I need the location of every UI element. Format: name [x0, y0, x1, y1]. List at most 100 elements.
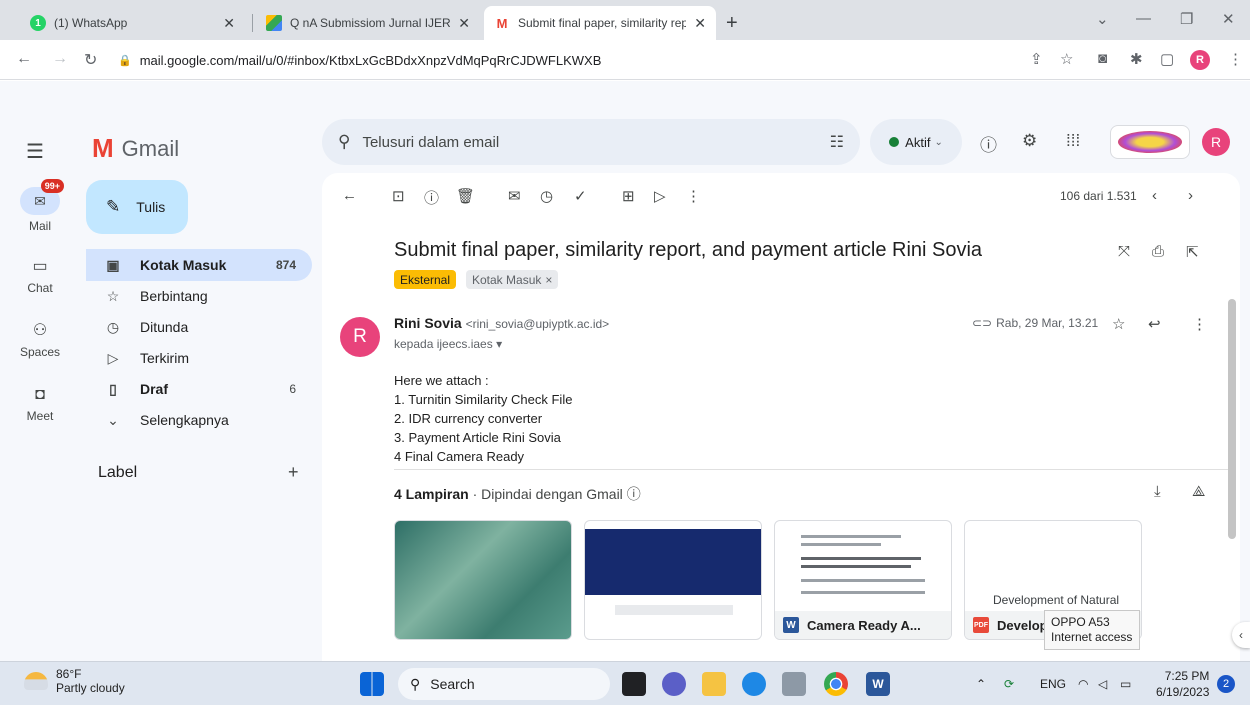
close-window-icon[interactable]: ✕ — [1222, 10, 1235, 28]
inbox-label-chip[interactable]: Kotak Masuk × — [466, 270, 559, 289]
rail-meet[interactable]: ◘ Meet — [0, 385, 80, 423]
add-task-icon[interactable]: ✓ — [574, 187, 587, 205]
report-spam-icon[interactable]: ⓘ — [424, 187, 439, 208]
recipient-line[interactable]: kepada ijeecs.iaes ▾ — [394, 337, 502, 351]
rail-chat[interactable]: ▭ Chat — [0, 257, 80, 295]
delete-icon[interactable]: 🗑 — [456, 187, 475, 205]
restore-icon[interactable]: ❐ — [1180, 10, 1193, 28]
help-icon[interactable]: ⓘ — [980, 131, 997, 156]
download-all-icon[interactable]: ⤓ — [1154, 483, 1161, 500]
search-options-icon[interactable]: ☷ — [830, 132, 844, 152]
archive-icon[interactable]: ⊡ — [392, 187, 405, 205]
sender-name[interactable]: Rini Sovia — [394, 315, 462, 331]
bookmark-star-icon[interactable]: ☆ — [1060, 50, 1073, 68]
nav-snoozed[interactable]: ◷ Ditunda — [86, 311, 312, 343]
back-icon[interactable]: ← — [16, 50, 32, 68]
open-new-window-icon[interactable]: ⇱ — [1186, 243, 1199, 261]
tab-search-icon[interactable]: ⌄ — [1096, 10, 1109, 28]
snooze-icon[interactable]: ◷ — [540, 187, 553, 205]
label-icon[interactable]: ▷ — [654, 187, 666, 205]
show-hidden-icons-icon[interactable]: ⌃ — [976, 677, 986, 691]
store-icon[interactable] — [782, 672, 806, 696]
caret-down-icon[interactable]: ▾ — [496, 337, 502, 351]
close-icon[interactable]: ✕ — [694, 15, 706, 32]
back-to-inbox-icon[interactable]: ← — [342, 187, 357, 204]
profile-avatar[interactable]: R — [1190, 50, 1210, 70]
nav-inbox[interactable]: ▣ Kotak Masuk 874 — [86, 249, 312, 281]
wifi-icon[interactable]: ◠ — [1078, 677, 1088, 691]
message-panel: ← ⊡ ⓘ 🗑 ✉ ◷ ✓ ⊞ ▷ ⋮ 106 dari 1.531 ‹ › S… — [322, 173, 1240, 661]
share-icon[interactable]: ⇪ — [1030, 50, 1043, 68]
apps-grid-icon[interactable]: ⁞⁞⁞ — [1066, 131, 1080, 151]
tab-gmail[interactable]: M Submit final paper, similarity rep ✕ — [484, 6, 716, 40]
nav-sent[interactable]: ▷ Terkirim — [86, 342, 312, 374]
volume-icon[interactable]: ◁ — [1098, 677, 1107, 691]
add-to-drive-icon[interactable]: ⟁ — [1192, 483, 1205, 500]
rail-mail[interactable]: ✉ 99+ Mail — [0, 179, 80, 233]
more-options-icon[interactable]: ⋮ — [686, 187, 701, 205]
move-to-icon[interactable]: ⊞ — [622, 187, 635, 205]
newer-icon[interactable]: ‹ — [1152, 187, 1157, 204]
add-label-icon[interactable]: + — [288, 462, 299, 483]
print-icon[interactable]: ⎙ — [1152, 243, 1164, 260]
edge-browser-icon[interactable] — [742, 672, 766, 696]
preview-line — [801, 591, 925, 594]
sender-avatar[interactable]: R — [340, 317, 380, 357]
hamburger-menu-icon[interactable]: ☰ — [26, 139, 44, 164]
nav-label: Kotak Masuk — [140, 257, 227, 273]
info-icon[interactable]: ⓘ — [627, 486, 641, 502]
chrome-browser-icon[interactable] — [824, 672, 848, 696]
gmail-logo[interactable]: M Gmail — [92, 133, 179, 164]
reply-icon[interactable]: ↩ — [1148, 315, 1161, 333]
minimize-icon[interactable]: — — [1136, 10, 1151, 27]
compose-button[interactable]: ✎ Tulis — [86, 180, 188, 234]
nav-drafts[interactable]: ▯ Draf 6 — [86, 373, 312, 405]
attachment-thumbnail[interactable]: W Camera Ready A... — [774, 520, 952, 640]
status-dropdown[interactable]: Aktif ⌄ — [870, 119, 962, 165]
close-icon[interactable]: ✕ — [223, 15, 235, 32]
collapse-all-icon[interactable]: ⤧ — [1118, 243, 1130, 260]
more-options-icon[interactable]: ⋮ — [1192, 315, 1207, 333]
menu-dots-icon[interactable]: ⋮ — [1228, 50, 1243, 68]
chat-icon: ▭ — [32, 258, 48, 275]
weather-widget[interactable]: 86°F Partly cloudy — [24, 667, 125, 695]
teams-chat-icon[interactable] — [662, 672, 686, 696]
star-icon[interactable]: ☆ — [1112, 315, 1125, 333]
tab-whatsapp[interactable]: 1 (1) WhatsApp ✕ — [20, 6, 245, 40]
file-explorer-icon[interactable] — [702, 672, 726, 696]
tab-drive[interactable]: Q nA Submissiom Jurnal IJERE-p ✕ — [256, 6, 480, 40]
system-clock[interactable]: 7:25 PM 6/19/2023 — [1156, 668, 1209, 700]
camera-icon[interactable]: ◙ — [1098, 50, 1107, 67]
url-field[interactable]: 🔒 mail.google.com/mail/u/0/#inbox/KtbxLx… — [118, 46, 1018, 74]
side-panel-icon[interactable]: ▢ — [1160, 50, 1174, 68]
organization-logo[interactable] — [1110, 125, 1190, 159]
word-app-icon[interactable]: W — [866, 672, 890, 696]
forward-icon[interactable]: → — [52, 50, 68, 68]
extensions-icon[interactable]: ✱ — [1130, 50, 1143, 68]
new-tab-icon[interactable]: + — [726, 12, 738, 35]
scrollbar[interactable] — [1228, 299, 1236, 539]
rail-spaces[interactable]: ⚇ Spaces — [0, 321, 80, 359]
older-icon[interactable]: › — [1188, 187, 1193, 204]
attachment-thumbnail[interactable] — [394, 520, 572, 640]
mark-unread-icon[interactable]: ✉ — [508, 187, 521, 205]
attachment-thumbnail[interactable] — [584, 520, 762, 640]
reload-icon[interactable]: ↻ — [84, 50, 97, 70]
sync-icon[interactable]: ⟳ — [1004, 677, 1014, 691]
nav-label: Selengkapnya — [140, 412, 229, 428]
clock-time: 7:25 PM — [1164, 669, 1210, 683]
battery-icon[interactable]: ▭ — [1120, 677, 1131, 691]
account-avatar[interactable]: R — [1202, 128, 1230, 156]
language-indicator[interactable]: ENG — [1040, 677, 1066, 691]
nav-more[interactable]: ⌄ Selengkapnya — [86, 404, 312, 436]
taskbar-search[interactable]: ⚲ Search — [398, 668, 610, 700]
windows-start-icon[interactable] — [360, 672, 384, 696]
settings-gear-icon[interactable]: ⚙ — [1022, 131, 1037, 151]
close-icon[interactable]: ✕ — [458, 15, 470, 32]
search-input[interactable]: ⚲ Telusuri dalam email ☷ — [322, 119, 860, 165]
remove-label-icon[interactable]: × — [545, 273, 552, 287]
task-view-icon[interactable] — [622, 672, 646, 696]
search-icon[interactable]: ⚲ — [338, 132, 350, 152]
notification-badge[interactable]: 2 — [1217, 675, 1235, 693]
nav-starred[interactable]: ☆ Berbintang — [86, 280, 312, 312]
